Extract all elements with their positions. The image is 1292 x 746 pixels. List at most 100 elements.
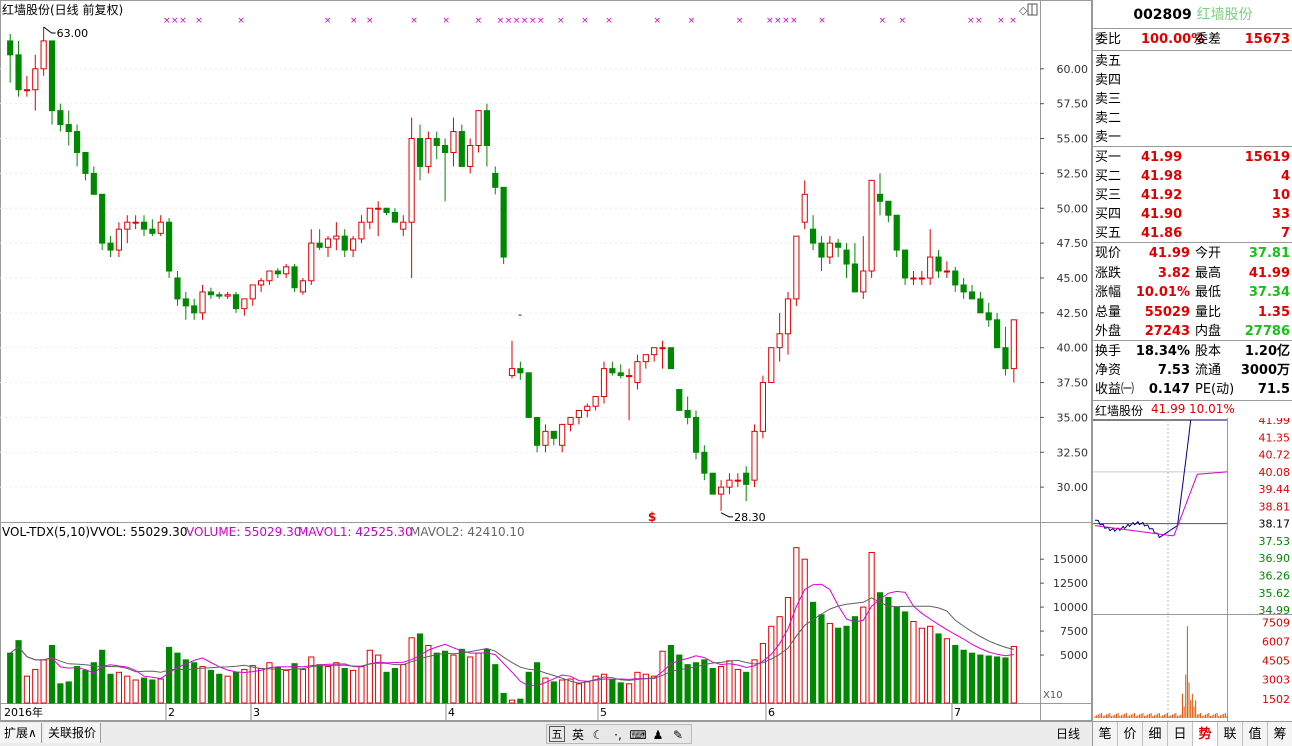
candle-body [876,193,884,202]
stat-label: 最低 [1195,285,1222,300]
sell-label: 卖二 [1095,111,1122,126]
right-tab[interactable]: 值 [1243,722,1268,746]
user-icon[interactable]: ♟ [649,726,667,744]
candle-body [776,333,783,349]
candle-body [960,284,967,293]
mini-price-label: 34.99 [1259,604,1291,617]
stat-label: 现价 [1095,246,1122,261]
stat-row[interactable]: 现价 41.99 今开 37.81 [1093,244,1292,264]
full-width-icon[interactable]: 五 [549,726,565,742]
volume-bar [324,666,332,704]
stat-row[interactable]: 涨跌 3.82 最高 41.99 [1093,264,1292,284]
candle-body [743,472,750,485]
candle-body [90,172,97,195]
mini-price-label: 41.99 [1259,418,1291,427]
candle-body [709,472,716,495]
wrench-icon[interactable]: ✎ [669,726,687,744]
stat-value: 27786 [1244,324,1290,339]
candle-body [717,486,725,495]
right-tab[interactable]: 日 [1168,722,1193,746]
candle-body [985,312,992,321]
stat-row[interactable]: 总量 55029 量比 1.35 [1093,303,1292,323]
punctuation-icon[interactable]: ·, [609,726,627,744]
chart-title: 红墙股份(日线 前复权) [2,2,123,17]
volume-bar [918,627,925,704]
candle-body [943,270,951,273]
stock-name: 红墙股份 [1196,7,1253,23]
kline-chart-panel[interactable]: 60.00 57.50 55.00 52.50 50.00 47.50 45.00 42.50… [0,0,1092,721]
period-label[interactable]: 日线 [1044,724,1092,744]
buy-price: 41.98 [1141,169,1183,184]
intraday-mini-chart[interactable]: 41.99 41.35 40.72 40.08 39.44 38.81 38.17 37.53… [1093,418,1292,721]
buy-row[interactable]: 买三 41.92 10 [1093,186,1292,206]
stat-row[interactable]: 外盘 27243 内盘 27786 [1093,322,1292,342]
right-tab[interactable]: 笔 [1093,722,1118,746]
volume-bar [960,649,967,704]
volume-bar [257,667,265,704]
right-tab[interactable]: 筹 [1268,722,1292,746]
sell-row[interactable]: 卖三 [1093,90,1292,110]
candle-body [291,266,298,289]
sell-row[interactable]: 卖一 [1093,128,1292,148]
fundamental-row[interactable]: 收益㈠ 0.147 PE(动) 71.5 [1093,380,1292,400]
volume-bar [140,677,148,704]
candle-body [609,368,616,374]
volume-bar [993,656,1001,704]
volume-bar [15,640,22,704]
volume-bar [533,662,541,704]
volume-bar [232,671,240,704]
volume-bar [952,644,959,704]
candle-body [366,207,373,223]
price-tick-label: 45.00 [1057,272,1089,285]
fund-value: 1.20亿 [1244,344,1290,359]
candle-body [15,54,22,91]
keyboard-icon[interactable]: ⌨ [629,726,647,744]
candle-body [835,242,842,248]
stat-row[interactable]: 涨幅 10.01% 最低 37.34 [1093,283,1292,303]
candle-body [224,294,231,297]
month-label: 6 [768,706,775,719]
volume-bar [667,644,675,704]
volume-bar [149,679,156,704]
info-marker-icon: × [557,16,565,26]
candle-body [818,242,825,258]
fund-value: 71.5 [1257,382,1290,397]
candle-body [132,221,139,224]
candle-body [517,368,524,374]
right-tab[interactable]: 细 [1143,722,1168,746]
sell-row[interactable]: 卖二 [1093,109,1292,129]
expand-tab[interactable]: 扩展∧ [0,723,42,743]
right-tab[interactable]: 势 [1193,722,1218,746]
volume-bar [107,673,114,704]
buy-row[interactable]: 买四 41.90 33 [1093,205,1292,225]
sell-row[interactable]: 卖四 [1093,71,1292,91]
stat-value: 3.82 [1157,265,1190,281]
volume-bar [23,675,31,704]
buy-row[interactable]: 买五 41.86 7 [1093,224,1292,244]
candle-body [107,242,114,251]
volume-bar [199,666,206,704]
mavol2-value: MAVOL2: 42410.10 [410,525,525,539]
related-quote-tab[interactable]: 关联报价 [44,723,102,743]
moon-icon[interactable]: ☾ [589,726,607,744]
english-mode-icon[interactable]: 英 [569,726,587,744]
fundamental-row[interactable]: 净资 7.53 流通 3000万 [1093,361,1292,381]
sell-row[interactable]: 卖五 [1093,52,1292,72]
fundamental-row[interactable]: 换手 18.34% 股本 1.20亿 [1093,342,1292,362]
buy-row[interactable]: 买二 41.98 4 [1093,167,1292,187]
volume-bar [132,679,139,704]
candle-body [860,270,867,293]
stat-value: 41.99 [1248,265,1290,281]
volume-bar [408,637,415,704]
volume-bar [241,668,248,704]
right-tab[interactable]: 联 [1218,722,1243,746]
candle-body [851,263,859,293]
month-label: 2 [168,706,175,719]
buy-row[interactable]: 买一 41.99 15619 [1093,148,1292,168]
candle-body [441,145,449,153]
ime-toolbar: 五 英 ☾ ·, ⌨ ♟ ✎ [546,724,692,744]
candle-body [701,451,708,474]
volume-tick-label: 7500 [1060,625,1088,638]
kline-chart-canvas[interactable]: 60.00 57.50 55.00 52.50 50.00 47.50 45.00 42.50… [0,0,1092,721]
right-tab[interactable]: 价 [1118,722,1143,746]
